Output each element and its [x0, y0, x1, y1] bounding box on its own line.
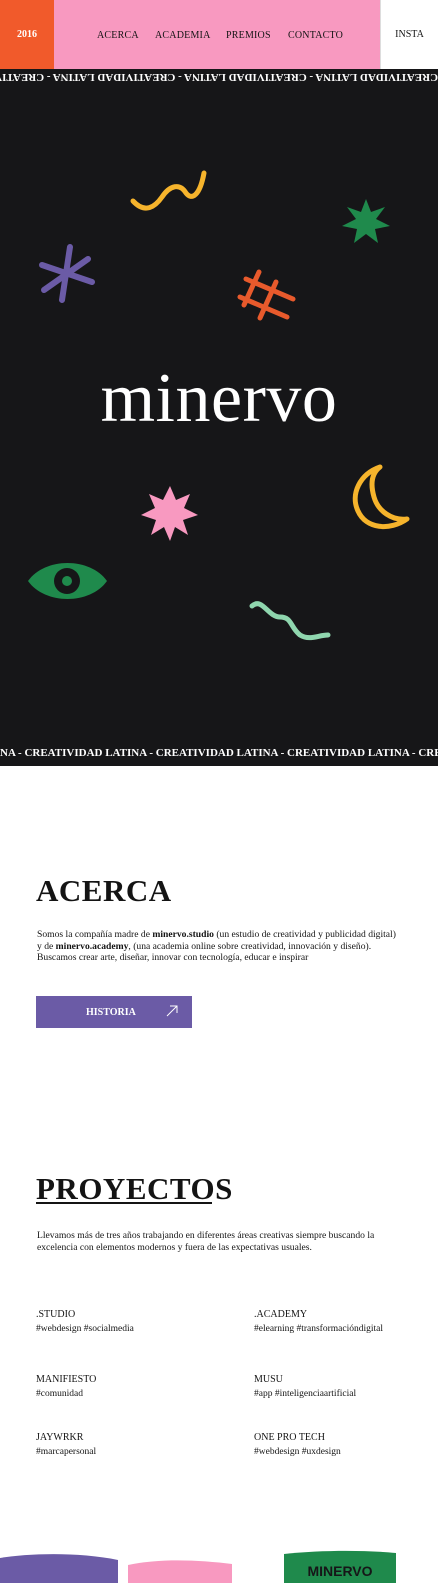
nav-link-contacto[interactable]: CONTACTO: [288, 30, 343, 41]
footer-shapes: MINERVO: [0, 1550, 396, 1583]
starburst-icon: [141, 486, 198, 541]
project-name: ONE PRO TECH: [254, 1432, 325, 1443]
squiggle-icon: [130, 170, 207, 211]
arrow-up-right-icon: [166, 1005, 178, 1017]
moon-icon: [352, 464, 410, 530]
nav-link-academia[interactable]: ACADEMIA: [155, 30, 211, 41]
project-tags: #elearning #transformacióndigital: [254, 1324, 383, 1334]
project-tags: #webdesign #uxdesign: [254, 1447, 341, 1457]
footer-badge-text: MINERVO: [307, 1563, 372, 1579]
studio-link[interactable]: minervo.studio: [152, 929, 214, 940]
year-badge[interactable]: 2016: [0, 0, 54, 69]
eye-icon: [28, 563, 107, 599]
project-item[interactable]: .ACADEMY #elearning #transformacióndigit…: [254, 1308, 383, 1336]
project-tags: #marcapersonal: [36, 1447, 97, 1457]
nav-link-acerca[interactable]: ACERCA: [97, 30, 139, 41]
project-item[interactable]: JAYWRKR #marcapersonal: [36, 1431, 96, 1459]
project-name: .STUDIO: [36, 1309, 76, 1320]
project-item[interactable]: MUSU #app #inteligenciaartificial: [254, 1373, 356, 1401]
projects-title-underline: [36, 1202, 212, 1204]
hashtag-icon: [237, 269, 296, 321]
historia-button[interactable]: HISTORIA: [36, 996, 192, 1028]
project-item[interactable]: .STUDIO #webdesign #socialmedia: [36, 1308, 134, 1336]
academy-link[interactable]: minervo.academy: [56, 941, 129, 952]
wave-icon: [249, 601, 331, 641]
asterisk-icon: [39, 244, 95, 303]
project-tags: #webdesign #socialmedia: [36, 1324, 134, 1334]
project-name: MANIFIESTO: [36, 1374, 97, 1385]
nav-links: ACERCA ACADEMIA PREMIOS CONTACTO: [54, 0, 380, 69]
about-text: Somos la compañía madre de minervo.studi…: [37, 929, 402, 964]
project-name: .ACADEMY: [254, 1309, 308, 1320]
project-item[interactable]: ONE PRO TECH #webdesign #uxdesign: [254, 1431, 341, 1459]
ticker-bottom: NA - CREATIVIDAD LATINA - CREATIVIDAD LA…: [0, 747, 438, 759]
nav-link-premios[interactable]: PREMIOS: [226, 30, 271, 41]
historia-button-label: HISTORIA: [86, 1006, 136, 1018]
top-nav: 2016 ACERCA ACADEMIA PREMIOS CONTACTO IN…: [0, 0, 438, 69]
about-text-part: Somos la compañía madre de: [37, 929, 153, 940]
purple-blob-shape: [0, 1554, 118, 1583]
project-name: MUSU: [254, 1374, 283, 1385]
projects-intro: Llevamos más de tres años trabajando en …: [37, 1230, 375, 1253]
project-name: JAYWRKR: [36, 1432, 84, 1443]
hero-section: CREATIVIDAD LATINA - CREATIVIDAD LATINA …: [0, 69, 438, 766]
pink-blob-shape: [128, 1560, 232, 1583]
hero-title: minervo: [100, 360, 338, 437]
about-title: ACERCA: [36, 873, 172, 908]
project-item[interactable]: MANIFIESTO #comunidad: [36, 1373, 96, 1401]
project-tags: #comunidad: [36, 1389, 83, 1399]
nav-link-insta[interactable]: INSTA: [380, 0, 438, 69]
project-tags: #app #inteligenciaartificial: [254, 1389, 357, 1399]
star-icon: [342, 199, 390, 243]
